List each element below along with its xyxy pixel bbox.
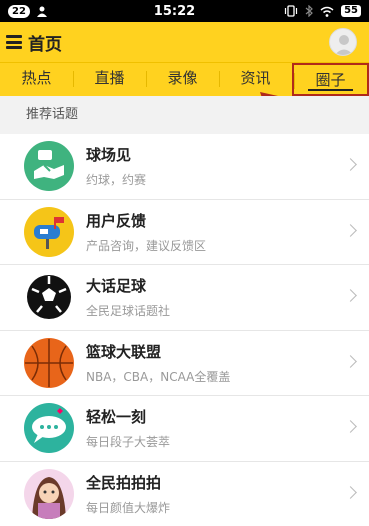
tab-live[interactable]: 直播 <box>73 63 146 96</box>
handshake-icon <box>24 141 74 192</box>
chat-bubble-icon <box>24 403 74 454</box>
item-text: 篮球大联盟 NBA，CBA，NCAA全覆盖 <box>86 341 369 385</box>
list-item[interactable]: 球场见 约球，约赛 <box>0 134 369 200</box>
list-item[interactable]: 用户反馈 产品咨询，建议反馈区 <box>0 199 369 265</box>
topic-list: 球场见 约球，约赛 用户反馈 产品咨询，建议反馈区 大话足球 全民足球话题社 篮… <box>0 134 369 526</box>
battery-level: 55 <box>341 5 361 17</box>
basketball-icon <box>24 337 74 388</box>
app-header: 首页 <box>0 22 369 62</box>
item-title: 用户反馈 <box>86 211 147 230</box>
notification-badge: 22 <box>8 4 30 18</box>
status-time: 15:22 <box>153 3 196 19</box>
item-text: 用户反馈 产品咨询，建议反馈区 <box>86 210 369 254</box>
item-subtitle: 全民足球话题社 <box>86 304 171 319</box>
mailbox-icon <box>24 206 74 257</box>
item-subtitle: 每日颜值大爆炸 <box>86 500 171 515</box>
item-subtitle: 每日段子大荟萃 <box>86 435 171 450</box>
item-title: 球场见 <box>86 146 132 165</box>
list-item[interactable]: 篮球大联盟 NBA，CBA，NCAA全覆盖 <box>0 330 369 396</box>
list-item[interactable]: 轻松一刻 每日段子大荟萃 <box>0 396 369 462</box>
item-title: 篮球大联盟 <box>86 342 162 361</box>
item-subtitle: 产品咨询，建议反馈区 <box>86 238 207 253</box>
item-text: 大话足球 全民足球话题社 <box>86 275 369 319</box>
menu-icon[interactable] <box>6 35 22 49</box>
vibrate-icon <box>284 5 298 17</box>
item-text: 球场见 约球，约赛 <box>86 144 369 188</box>
tab-circle-label: 圈子 <box>315 71 346 89</box>
list-item[interactable]: 全民拍拍拍 每日颜值大爆炸 <box>0 461 369 526</box>
item-text: 轻松一刻 每日段子大荟萃 <box>86 406 369 450</box>
user-avatar-icon <box>334 35 354 55</box>
item-title: 大话足球 <box>86 277 147 296</box>
status-bar: 22 15:22 55 <box>0 0 369 22</box>
wifi-icon <box>320 6 334 17</box>
bluetooth-icon <box>305 5 313 17</box>
active-tab-underline <box>308 89 353 91</box>
item-text: 全民拍拍拍 每日颜值大爆炸 <box>86 472 369 516</box>
item-title: 全民拍拍拍 <box>86 473 162 492</box>
item-title: 轻松一刻 <box>86 408 147 427</box>
item-subtitle: 约球，约赛 <box>86 173 147 188</box>
status-right: 55 <box>251 5 361 17</box>
tab-circle[interactable]: 圈子 <box>292 63 369 96</box>
soccer-ball-icon <box>24 272 74 323</box>
list-item[interactable]: 大话足球 全民足球话题社 <box>0 265 369 331</box>
item-subtitle: NBA，CBA，NCAA全覆盖 <box>86 369 231 384</box>
section-header: 推荐话题 <box>0 96 369 134</box>
girl-avatar-icon <box>24 468 74 519</box>
person-icon <box>36 6 47 17</box>
page-title: 首页 <box>28 34 62 55</box>
tab-hot[interactable]: 热点 <box>0 63 73 96</box>
avatar[interactable] <box>329 28 357 56</box>
